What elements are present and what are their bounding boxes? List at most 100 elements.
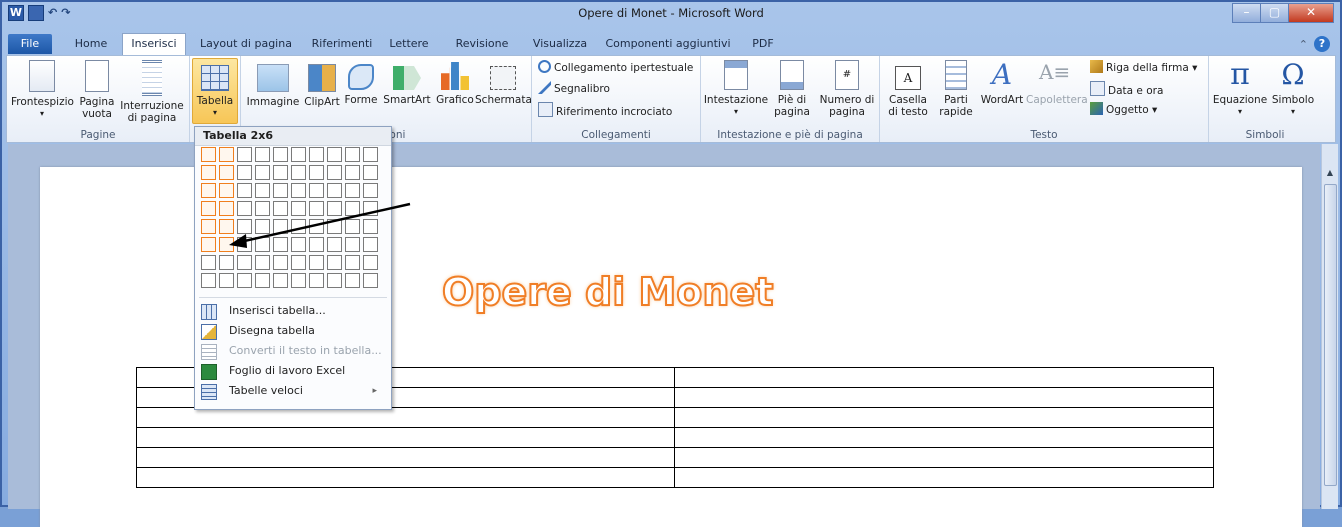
grid-cell[interactable] — [291, 273, 306, 288]
menu-disegna-tabella[interactable]: Disegna tabella — [199, 321, 385, 341]
data-e-ora-button[interactable]: Data e ora — [1090, 81, 1163, 97]
grid-cell[interactable] — [237, 237, 252, 252]
grid-cell[interactable] — [327, 219, 342, 234]
grid-cell[interactable] — [219, 273, 234, 288]
tab-file[interactable]: File — [8, 34, 52, 54]
table-cell[interactable] — [136, 467, 675, 488]
casella-di-testo-button[interactable]: A Casella di testo — [882, 60, 934, 118]
grid-cell[interactable] — [237, 255, 252, 270]
document-title-wordart[interactable]: Opere di Monet — [441, 269, 774, 315]
tab-home[interactable]: Home — [66, 34, 116, 54]
minimize-ribbon-icon[interactable]: ⌃ — [1299, 38, 1308, 51]
help-icon[interactable]: ? — [1314, 36, 1330, 52]
table-cell[interactable] — [136, 427, 675, 448]
grid-cell[interactable] — [363, 219, 378, 234]
grid-cell[interactable] — [291, 147, 306, 162]
grid-cell[interactable] — [327, 255, 342, 270]
grid-cell[interactable] — [291, 255, 306, 270]
table-cell[interactable] — [674, 447, 1214, 468]
tabella-button[interactable]: Tabella ▾ — [192, 58, 238, 124]
tab-visualizza[interactable]: Visualizza — [526, 34, 594, 54]
grid-cell[interactable] — [309, 165, 324, 180]
grid-cell[interactable] — [255, 201, 270, 216]
collegamento-ipertestuale-button[interactable]: Collegamento ipertestuale — [538, 60, 693, 76]
table-cell[interactable] — [674, 427, 1214, 448]
pagina-vuota-button[interactable]: Pagina vuota — [77, 60, 117, 120]
grid-cell[interactable] — [363, 255, 378, 270]
grid-cell[interactable] — [291, 237, 306, 252]
grid-cell[interactable] — [273, 183, 288, 198]
forme-button[interactable]: Forme — [343, 60, 379, 106]
grid-cell[interactable] — [309, 183, 324, 198]
tab-pdf[interactable]: PDF — [746, 34, 780, 54]
riferimento-incrociato-button[interactable]: Riferimento incrociato — [538, 102, 672, 118]
grid-cell[interactable] — [327, 201, 342, 216]
grid-cell[interactable] — [273, 255, 288, 270]
grid-cell[interactable] — [237, 219, 252, 234]
grid-cell[interactable] — [255, 219, 270, 234]
grid-cell[interactable] — [255, 165, 270, 180]
grid-cell[interactable] — [327, 273, 342, 288]
clipart-button[interactable]: ClipArt — [303, 60, 341, 108]
simbolo-button[interactable]: Ω Simbolo ▾ — [1269, 60, 1317, 118]
grid-cell[interactable] — [363, 273, 378, 288]
grid-cell[interactable] — [219, 237, 234, 252]
grid-cell[interactable] — [201, 147, 216, 162]
scroll-up-arrow-icon[interactable]: ▲ — [1322, 168, 1338, 177]
grid-cell[interactable] — [345, 237, 360, 252]
table-cell[interactable] — [136, 407, 675, 428]
segnalibro-button[interactable]: Segnalibro — [538, 81, 610, 97]
grid-cell[interactable] — [219, 255, 234, 270]
grid-cell[interactable] — [201, 237, 216, 252]
pie-di-pagina-button[interactable]: Piè di pagina — [769, 60, 815, 118]
grid-cell[interactable] — [273, 201, 288, 216]
grid-cell[interactable] — [201, 273, 216, 288]
smartart-button[interactable]: SmartArt — [381, 60, 433, 106]
grid-cell[interactable] — [273, 147, 288, 162]
grid-cell[interactable] — [219, 219, 234, 234]
grid-cell[interactable] — [345, 183, 360, 198]
grid-cell[interactable] — [363, 165, 378, 180]
grid-cell[interactable] — [327, 147, 342, 162]
grid-cell[interactable] — [255, 147, 270, 162]
table-cell[interactable] — [674, 407, 1214, 428]
grid-cell[interactable] — [345, 165, 360, 180]
grid-cell[interactable] — [255, 183, 270, 198]
menu-foglio-excel[interactable]: Foglio di lavoro Excel — [199, 361, 385, 381]
table-cell[interactable] — [136, 447, 675, 468]
grid-cell[interactable] — [201, 183, 216, 198]
close-button[interactable]: ✕ — [1288, 3, 1334, 23]
grid-cell[interactable] — [255, 237, 270, 252]
capolettera-button[interactable]: A≡ Capolettera — [1026, 60, 1088, 106]
table-cell[interactable] — [674, 367, 1214, 388]
grid-cell[interactable] — [201, 165, 216, 180]
grid-cell[interactable] — [345, 147, 360, 162]
grid-cell[interactable] — [363, 147, 378, 162]
riga-della-firma-button[interactable]: Riga della firma ▾ — [1090, 60, 1197, 76]
immagine-button[interactable]: Immagine — [245, 60, 301, 108]
table-cell[interactable] — [674, 387, 1214, 408]
grid-cell[interactable] — [273, 219, 288, 234]
numero-di-pagina-button[interactable]: # Numero di pagina — [817, 60, 877, 118]
grid-cell[interactable] — [219, 147, 234, 162]
grid-cell[interactable] — [201, 255, 216, 270]
grid-cell[interactable] — [237, 147, 252, 162]
grid-cell[interactable] — [345, 201, 360, 216]
schermata-button[interactable]: Schermata — [475, 60, 532, 106]
menu-inserisci-tabella[interactable]: Inserisci tabella... — [199, 301, 385, 321]
grid-cell[interactable] — [309, 273, 324, 288]
grid-cell[interactable] — [291, 219, 306, 234]
menu-tabelle-veloci[interactable]: Tabelle veloci ▸ — [199, 381, 385, 401]
grid-cell[interactable] — [345, 255, 360, 270]
frontespizio-button[interactable]: Frontespizio ▾ — [11, 60, 74, 120]
scroll-thumb[interactable] — [1324, 184, 1337, 486]
wordart-button[interactable]: A WordArt — [978, 60, 1026, 107]
intestazione-button[interactable]: Intestazione ▾ — [703, 60, 769, 118]
grid-cell[interactable] — [309, 237, 324, 252]
tab-componenti[interactable]: Componenti aggiuntivi — [598, 34, 738, 54]
grid-cell[interactable] — [327, 165, 342, 180]
oggetto-button[interactable]: Oggetto ▾ — [1090, 102, 1157, 118]
grafico-button[interactable]: Grafico — [435, 60, 475, 106]
grid-cell[interactable] — [309, 201, 324, 216]
grid-cell[interactable] — [327, 183, 342, 198]
